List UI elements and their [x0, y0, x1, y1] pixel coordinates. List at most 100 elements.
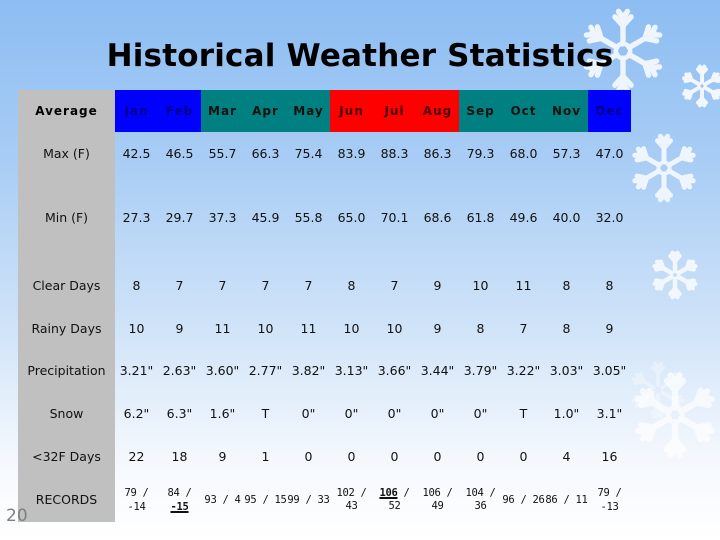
record-cell: 106 / 49 [416, 487, 459, 513]
table-cell: 3.82" [291, 363, 326, 378]
table-cell: 8 [562, 278, 571, 293]
record-high: 104 [465, 487, 484, 499]
table-cell: 3.22" [506, 363, 541, 378]
record-high: 79 [597, 487, 610, 499]
snowflake-icon [650, 250, 700, 300]
record-low: 26 [532, 494, 545, 506]
table-cell: 79.3 [466, 146, 495, 161]
table-cell: 10 [343, 321, 360, 336]
record-high: 106 [422, 487, 441, 499]
table-cell: 4 [562, 449, 571, 464]
month-header-sep: Sep [466, 104, 495, 118]
record-cell: 106 / 52 [373, 487, 416, 513]
record-separator: / [609, 487, 622, 499]
record-high: 86 [545, 494, 558, 506]
table-cell: 0 [390, 449, 399, 464]
table-cell: 45.9 [251, 210, 280, 225]
month-header-may: May [293, 104, 324, 118]
table-cell: 6.2" [123, 406, 150, 421]
record-low: 33 [317, 494, 330, 506]
table-cell: 10 [128, 321, 145, 336]
row-label: Rainy Days [31, 321, 102, 336]
table-cell: 1.6" [209, 406, 236, 421]
table-cell: 8 [476, 321, 485, 336]
table-cell: 8 [562, 321, 571, 336]
table-cell: 3.13" [334, 363, 369, 378]
table-cell: 61.8 [466, 210, 495, 225]
record-cell: 95 / 15 [244, 493, 287, 507]
table-cell: 6.3" [166, 406, 193, 421]
row-label: Min (F) [44, 210, 89, 225]
table-cell: 11 [214, 321, 231, 336]
row-label: Snow [49, 406, 84, 421]
row-label-records: RECORDS [35, 492, 98, 507]
table-cell: 68.0 [509, 146, 538, 161]
table-cell: 0" [387, 406, 402, 421]
record-low: -13 [600, 501, 619, 513]
table-cell: 9 [433, 278, 442, 293]
row-label: Clear Days [32, 278, 101, 293]
record-separator: / [179, 487, 192, 499]
table-cell: 0" [430, 406, 445, 421]
table-cell: 1 [261, 449, 270, 464]
record-high: 96 [502, 494, 515, 506]
table-cell: T [261, 406, 270, 421]
table-cell: 86.3 [423, 146, 452, 161]
table-cell: 0 [519, 449, 528, 464]
table-cell: 11 [515, 278, 532, 293]
record-high: 79 [124, 487, 137, 499]
record-separator: / [136, 487, 149, 499]
table-cell: 55.7 [208, 146, 237, 161]
table-cell: 16 [601, 449, 618, 464]
table-cell: 22 [128, 449, 145, 464]
record-high: 84 [167, 487, 180, 499]
record-cell: 84 / -15 [158, 486, 201, 514]
snowflake-icon [628, 132, 700, 204]
table-cell: 27.3 [122, 210, 151, 225]
record-cell: 99 / 33 [287, 493, 330, 507]
snowflake-icon [630, 370, 720, 460]
table-cell: 18 [171, 449, 188, 464]
table-cell: 3.21" [119, 363, 154, 378]
table-cell: 1.0" [553, 406, 580, 421]
record-low: 15 [274, 494, 287, 506]
record-cell: 96 / 26 [502, 493, 545, 507]
table-cell: 3.66" [377, 363, 412, 378]
record-low: 52 [388, 500, 401, 512]
record-low: 36 [474, 500, 487, 512]
row-label: Precipitation [27, 363, 106, 378]
month-header-mar: Mar [208, 104, 237, 118]
table-cell: 55.8 [294, 210, 323, 225]
record-cell: 104 / 36 [459, 487, 502, 513]
record-low: 43 [345, 500, 358, 512]
record-high: 95 [244, 494, 257, 506]
month-header-oct: Oct [510, 104, 537, 118]
month-header-aug: Aug [422, 104, 453, 118]
table-cell: 10 [257, 321, 274, 336]
record-high: 99 [287, 494, 300, 506]
table-cell: 7 [175, 278, 184, 293]
table-cell: 47.0 [595, 146, 624, 161]
record-separator: / [216, 494, 235, 506]
table-cell: 9 [605, 321, 614, 336]
record-cell: 93 / 4 [201, 493, 244, 507]
table-cell: 9 [175, 321, 184, 336]
table-cell: 0 [433, 449, 442, 464]
table-cell: 42.5 [122, 146, 151, 161]
header-label: Average [35, 104, 98, 118]
page-title: Historical Weather Statistics [106, 38, 614, 74]
table-cell: 3.05" [592, 363, 627, 378]
table-cell: 32.0 [595, 210, 624, 225]
record-separator: / [397, 487, 410, 499]
month-header-jun: Jun [339, 104, 364, 118]
month-header-jul: Jul [384, 104, 405, 118]
table-cell: 3.44" [420, 363, 455, 378]
record-low: -14 [127, 501, 146, 513]
record-separator: / [557, 494, 576, 506]
table-cell: 75.4 [294, 146, 323, 161]
table-cell: 0 [304, 449, 313, 464]
record-high: 102 [336, 487, 355, 499]
record-low: -15 [170, 501, 189, 513]
table-cell: 7 [304, 278, 313, 293]
table-cell: 9 [433, 321, 442, 336]
